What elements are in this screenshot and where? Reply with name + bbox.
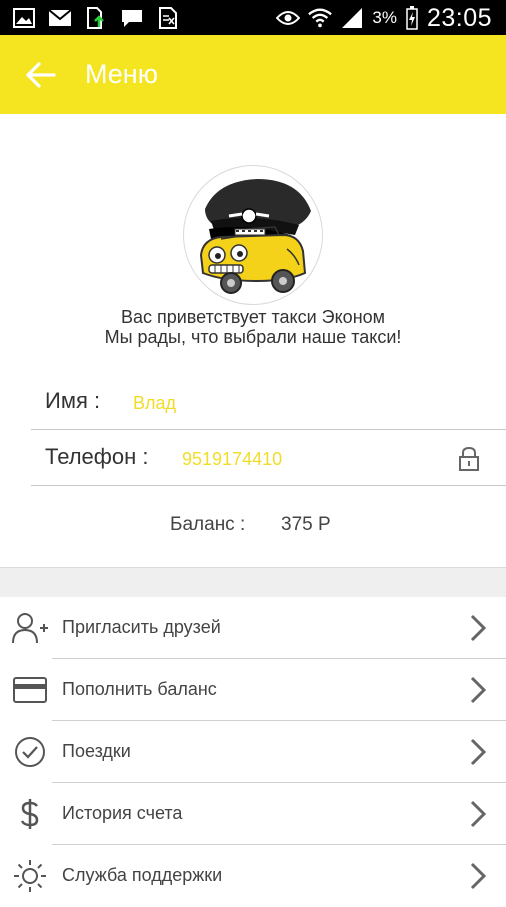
name-row: Имя : Влад [31, 374, 506, 430]
signal-icon [340, 7, 364, 29]
menu-item-account-history[interactable]: История счета [0, 783, 506, 845]
chevron-right-icon [468, 613, 488, 643]
menu-item-label: История счета [62, 803, 183, 823]
back-button[interactable] [22, 57, 58, 93]
menu-item-label: Поездки [62, 741, 131, 761]
eye-icon [276, 7, 301, 29]
document-icon [156, 7, 180, 29]
check-circle-icon [12, 735, 48, 769]
wifi-icon [308, 7, 333, 29]
welcome-line-1: Вас приветствует такси Эконом [120, 307, 386, 327]
menu-item-top-up-balance[interactable]: Пополнить баланс [0, 659, 506, 721]
dollar-icon [12, 797, 48, 831]
chevron-right-icon [468, 675, 488, 705]
section-divider [0, 567, 506, 597]
arrow-left-icon [26, 62, 56, 88]
menu-item-label: Пригласить друзей [62, 617, 221, 637]
chat-icon [120, 7, 144, 29]
welcome-text: Вас приветствует такси Эконом Мы рады, ч… [0, 307, 506, 347]
clock: 23:05 [426, 3, 492, 32]
status-bar: 3% 23:05 [0, 0, 506, 35]
chevron-right-icon [468, 737, 488, 767]
credit-card-icon [12, 673, 48, 707]
battery-charging-icon [405, 6, 419, 30]
app-bar: Меню [0, 35, 506, 114]
menu-list: Пригласить друзей Пополнить баланс Поезд… [0, 597, 506, 907]
phone-label: Телефон : [45, 444, 149, 469]
name-label: Имя : [45, 388, 101, 413]
add-user-icon [12, 611, 48, 645]
menu-item-trips[interactable]: Поездки [0, 721, 506, 783]
sun-icon [12, 859, 48, 893]
battery-percent: 3% [372, 8, 397, 27]
notification-icons [12, 6, 180, 30]
file-upload-icon [84, 7, 108, 29]
name-value[interactable]: Влад [133, 393, 176, 414]
taxi-logo [183, 165, 323, 305]
lock-icon [458, 446, 480, 472]
chevron-right-icon [468, 861, 488, 891]
image-icon [12, 7, 36, 29]
profile-section: Вас приветствует такси Эконом Мы рады, ч… [0, 114, 506, 567]
menu-item-invite-friends[interactable]: Пригласить друзей [0, 597, 506, 659]
page-title: Меню [85, 59, 158, 89]
system-icons: 3% 23:05 [276, 4, 492, 32]
mail-icon [48, 7, 72, 29]
phone-value: 9519174410 [182, 449, 283, 469]
phone-row: Телефон : 9519174410 [31, 430, 506, 486]
welcome-line-2: Мы рады, что выбрали наше такси! [104, 327, 402, 347]
balance-value: 375 Р [281, 514, 331, 535]
chevron-right-icon [468, 799, 488, 829]
menu-item-label: Служба поддержки [62, 865, 223, 885]
menu-item-support[interactable]: Служба поддержки [0, 845, 506, 907]
balance-label: Баланс : [170, 514, 246, 535]
menu-item-label: Пополнить баланс [62, 679, 217, 699]
